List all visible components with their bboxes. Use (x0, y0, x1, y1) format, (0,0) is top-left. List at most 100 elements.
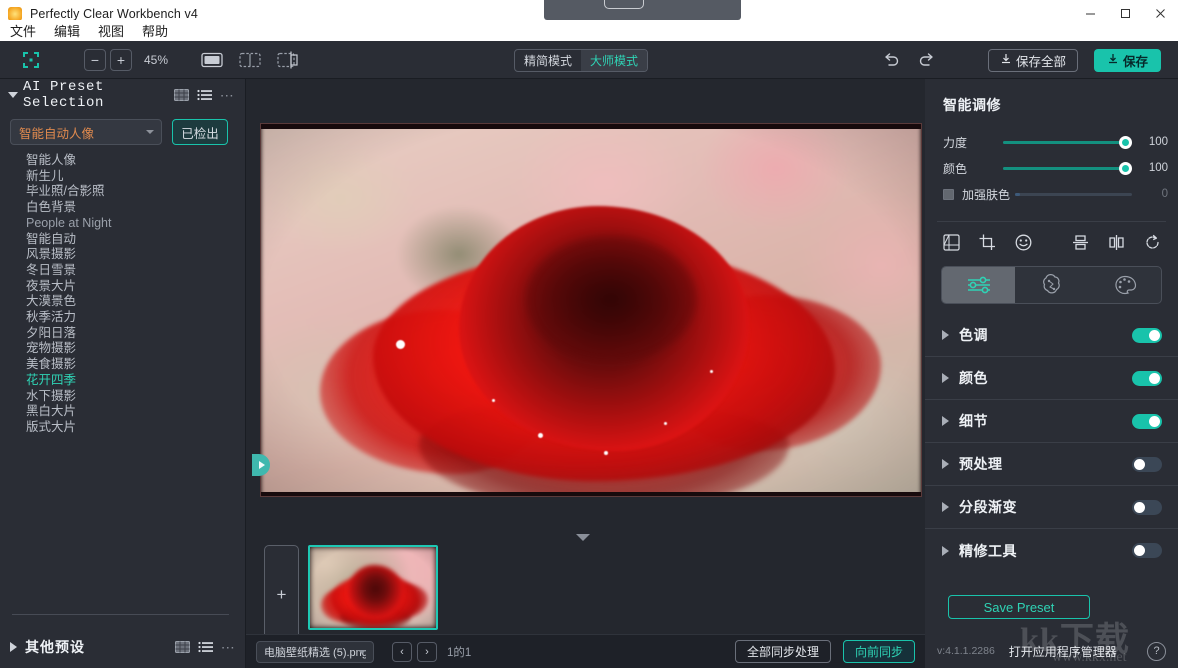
flip-vertical-icon[interactable] (1070, 232, 1090, 252)
sliders-tab-icon[interactable] (942, 267, 1015, 303)
zoom-out-button[interactable]: − (84, 48, 106, 71)
more-options-icon[interactable]: ⋯ (221, 640, 236, 654)
right-panel-footer: v:4.1.1.2286 打开应用程序管理器 ? (925, 634, 1178, 668)
chevron-right-icon[interactable] (942, 459, 949, 469)
list-item[interactable]: 大漠景色 (26, 294, 245, 310)
section-toggle[interactable] (1132, 499, 1162, 515)
redo-icon[interactable] (916, 49, 938, 71)
split-view-icon[interactable] (238, 50, 262, 70)
sidebar-divider (12, 614, 229, 615)
color-slider[interactable] (1003, 161, 1132, 175)
strength-slider[interactable] (1003, 135, 1132, 149)
preset-select[interactable]: 智能自动人像 (10, 119, 162, 145)
section-row-detail[interactable]: 细节 (925, 400, 1178, 443)
slider-label: 颜色 (943, 161, 968, 176)
mode-master-button[interactable]: 大师模式 (581, 50, 648, 71)
previous-image-button[interactable]: ‹ (392, 641, 412, 662)
detected-button[interactable]: 已检出 (172, 119, 228, 145)
main-image[interactable] (261, 124, 921, 496)
list-item[interactable]: 秋季活力 (26, 310, 245, 326)
menu-item-help[interactable]: 帮助 (140, 21, 170, 40)
skin-tone-slider[interactable] (1015, 187, 1132, 201)
list-item[interactable]: 黑白大片 (26, 404, 245, 420)
menu-item-view[interactable]: 视图 (96, 21, 126, 40)
mode-simple-button[interactable]: 精简模式 (515, 50, 581, 71)
sync-forward-button[interactable]: 向前同步 (842, 640, 915, 663)
app-manager-link[interactable]: 打开应用程序管理器 (1009, 643, 1117, 660)
section-toggle[interactable] (1132, 327, 1162, 343)
other-presets-section[interactable]: 其他预设 ⋯ (0, 626, 246, 668)
app-logo-icon (8, 6, 22, 21)
list-item[interactable]: 版式大片 (26, 420, 245, 436)
section-label: 色调 (959, 329, 988, 344)
save-preset-button[interactable]: Save Preset (948, 595, 1090, 619)
skin-tone-checkbox[interactable] (943, 188, 954, 200)
chevron-right-icon[interactable] (10, 642, 17, 652)
list-item[interactable]: 白色背景 (26, 200, 245, 216)
save-all-button[interactable]: 保存全部 (988, 49, 1079, 72)
chevron-down-icon[interactable] (576, 534, 590, 541)
toggle-knob (1134, 501, 1145, 513)
file-select[interactable]: 电脑壁纸精选 (5).png (256, 640, 374, 663)
section-row-preprocess[interactable]: 预处理 (925, 443, 1178, 486)
face-smiley-icon[interactable] (1013, 232, 1033, 252)
list-item[interactable]: 夜景大片 (26, 279, 245, 295)
section-toggle[interactable] (1132, 370, 1162, 386)
sync-all-button[interactable]: 全部同步处理 (734, 640, 831, 663)
menu-item-edit[interactable]: 编辑 (52, 21, 82, 40)
grid-view-icon[interactable] (174, 641, 190, 653)
add-image-button[interactable]: + (264, 545, 299, 644)
list-item[interactable]: 宠物摄影 (26, 341, 245, 357)
rotate-icon[interactable] (1142, 232, 1162, 252)
help-icon[interactable]: ? (1147, 641, 1166, 661)
list-view-icon[interactable] (198, 641, 213, 653)
list-item[interactable]: People at Night (26, 216, 245, 232)
section-row-tone[interactable]: 色调 (925, 314, 1178, 357)
chevron-right-icon[interactable] (942, 373, 949, 383)
brackets-logo-icon[interactable] (22, 51, 40, 69)
more-options-icon[interactable]: ⋯ (220, 88, 235, 102)
ai-brain-tab-icon[interactable] (1015, 267, 1088, 303)
undo-icon[interactable] (880, 49, 902, 71)
slider-handle[interactable] (1119, 161, 1132, 175)
menu-item-file[interactable]: 文件 (8, 21, 38, 40)
section-toggle[interactable] (1132, 543, 1162, 558)
list-item[interactable]: 水下摄影 (26, 389, 245, 405)
gradient-mask-icon[interactable] (941, 232, 961, 252)
list-item[interactable]: 智能自动 (26, 232, 245, 248)
grid-view-icon[interactable] (173, 89, 189, 101)
section-row-gradient[interactable]: 分段渐变 (925, 486, 1178, 529)
list-item[interactable]: 美食摄影 (26, 357, 245, 373)
palette-tab-icon[interactable] (1088, 267, 1161, 303)
section-row-retouch[interactable]: 精修工具 (925, 529, 1178, 572)
zoom-in-button[interactable]: + (110, 48, 132, 71)
list-item[interactable]: 冬日雪景 (26, 263, 245, 279)
slider-value: 100 (1148, 162, 1168, 174)
slider-handle[interactable] (1119, 135, 1132, 149)
section-toggle[interactable] (1132, 456, 1162, 472)
section-row-color[interactable]: 颜色 (925, 357, 1178, 400)
save-button[interactable]: 保存 (1094, 49, 1162, 72)
window-title: Perfectly Clear Workbench v4 (30, 6, 198, 21)
list-item-selected[interactable]: 花开四季 (26, 373, 245, 389)
section-toggle[interactable] (1132, 413, 1162, 429)
next-image-button[interactable]: › (417, 641, 437, 662)
chevron-down-icon[interactable] (8, 92, 18, 98)
flip-horizontal-icon[interactable] (1106, 232, 1126, 252)
chevron-right-icon[interactable] (942, 330, 949, 340)
compare-view-icon[interactable] (276, 50, 300, 70)
list-item[interactable]: 新生儿 (26, 169, 245, 185)
page-count: 1的1 (447, 646, 472, 659)
chevron-right-icon[interactable] (942, 502, 949, 512)
list-item[interactable]: 夕阳日落 (26, 326, 245, 342)
chevron-right-icon[interactable] (942, 545, 949, 556)
list-view-icon[interactable] (197, 89, 212, 101)
edit-tools-row (925, 222, 1178, 262)
image-thumbnail[interactable] (308, 545, 438, 630)
list-item[interactable]: 风景摄影 (26, 247, 245, 263)
single-view-icon[interactable] (200, 50, 224, 70)
list-item[interactable]: 毕业照/合影照 (26, 184, 245, 200)
crop-icon[interactable] (977, 232, 997, 252)
chevron-right-icon[interactable] (942, 416, 949, 426)
list-item[interactable]: 智能人像 (26, 153, 245, 169)
